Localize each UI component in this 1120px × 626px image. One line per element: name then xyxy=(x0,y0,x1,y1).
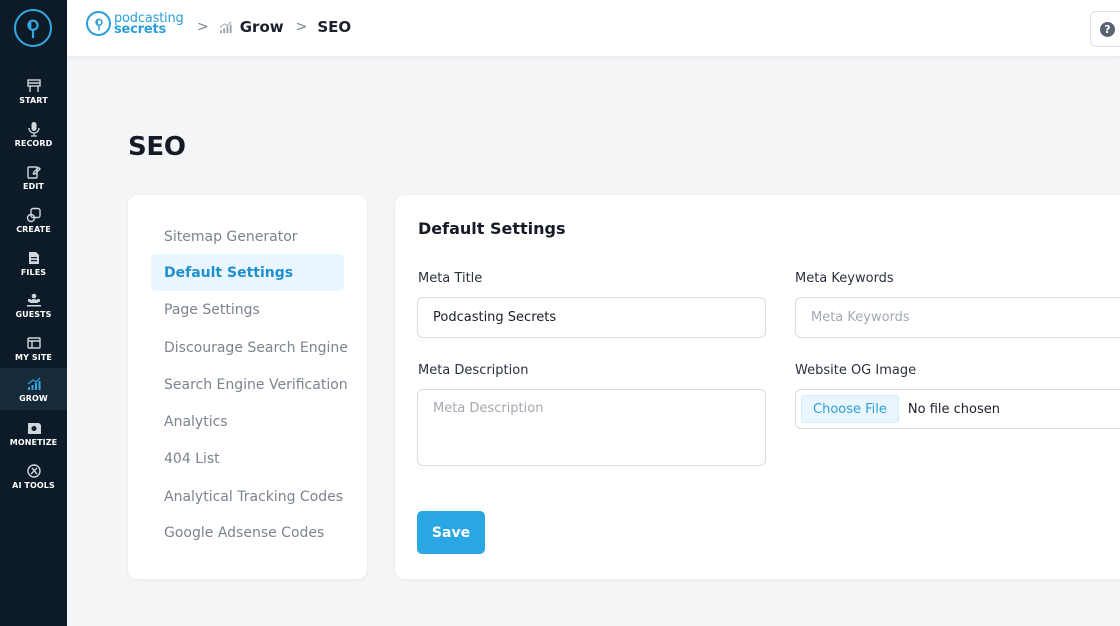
meta-description-label: Meta Description xyxy=(418,363,529,378)
sidebar-item-label: CREATE xyxy=(16,224,51,234)
breadcrumb-grow[interactable]: Grow xyxy=(240,18,284,36)
menu-item-discourage-search-engine[interactable]: Discourage Search Engine xyxy=(151,329,348,366)
edit-icon xyxy=(26,165,41,179)
grow-icon xyxy=(219,21,232,33)
seo-settings-menu: Sitemap Generator Default Settings Page … xyxy=(128,195,367,579)
default-settings-card: Default Settings Meta Title Meta Keyword… xyxy=(395,195,1120,579)
choose-file-button[interactable]: Choose File xyxy=(801,395,899,423)
guests-icon xyxy=(26,293,41,306)
help-icon: ? xyxy=(1100,21,1115,37)
sidebar-item-edit[interactable]: EDIT xyxy=(0,156,67,198)
card-title: Default Settings xyxy=(418,219,566,238)
top-bar: podcasting secrets > Grow > SEO ? xyxy=(67,0,1120,57)
og-image-label: Website OG Image xyxy=(795,363,917,378)
sidebar-item-files[interactable]: FILES xyxy=(0,242,67,284)
microphone-icon xyxy=(27,121,40,137)
breadcrumb: > Grow > SEO xyxy=(195,18,351,36)
menu-item-page-settings[interactable]: Page Settings xyxy=(151,291,344,328)
menu-item-analytics[interactable]: Analytics xyxy=(151,403,344,440)
menu-item-default-settings[interactable]: Default Settings xyxy=(151,254,344,291)
og-image-file-input[interactable]: Choose File No file chosen xyxy=(795,389,1120,429)
sidebar-item-label: AI TOOLS xyxy=(12,480,55,490)
menu-item-sitemap-generator[interactable]: Sitemap Generator xyxy=(151,218,344,255)
sidebar-item-label: MY SITE xyxy=(15,352,52,362)
sidebar-item-create[interactable]: CREATE xyxy=(0,199,67,241)
help-button[interactable]: ? xyxy=(1090,11,1120,47)
sidebar-item-start[interactable]: START xyxy=(0,70,67,112)
sidebar-item-label: START xyxy=(19,95,48,105)
meta-description-input[interactable] xyxy=(417,389,766,466)
files-icon xyxy=(28,251,39,264)
app-logo-icon[interactable] xyxy=(14,9,52,47)
sidebar-item-label: GUESTS xyxy=(15,309,52,319)
sidebar-item-label: FILES xyxy=(20,267,47,277)
meta-keywords-label: Meta Keywords xyxy=(795,271,894,286)
sidebar: START RECORD EDIT CREATE FILES GUESTS MY… xyxy=(0,0,67,626)
meta-title-label: Meta Title xyxy=(418,271,483,286)
brand-mark-icon xyxy=(86,11,111,36)
sidebar-item-label: GROW xyxy=(19,393,48,403)
sidebar-item-label: EDIT xyxy=(23,181,44,191)
start-icon xyxy=(26,78,41,92)
sidebar-item-my-site[interactable]: MY SITE xyxy=(0,327,67,369)
sidebar-item-monetize[interactable]: MONETIZE xyxy=(0,412,67,454)
sidebar-item-label: MONETIZE xyxy=(9,437,58,447)
menu-item-analytical-tracking-codes[interactable]: Analytical Tracking Codes xyxy=(151,478,344,515)
save-button[interactable]: Save xyxy=(417,511,485,554)
my-site-icon xyxy=(26,336,41,349)
breadcrumb-separator: > xyxy=(295,19,308,35)
sidebar-item-guests[interactable]: GUESTS xyxy=(0,284,67,326)
sidebar-item-label: RECORD xyxy=(14,138,53,148)
page-title: SEO xyxy=(128,132,186,162)
sidebar-item-record[interactable]: RECORD xyxy=(0,113,67,155)
brand-text-line2: secrets xyxy=(114,21,167,37)
menu-item-404-list[interactable]: 404 List xyxy=(151,440,344,477)
ai-tools-icon xyxy=(26,463,41,478)
sidebar-item-grow[interactable]: GROW xyxy=(0,368,67,410)
sidebar-item-ai-tools[interactable]: AI TOOLS xyxy=(0,455,67,497)
menu-item-search-engine-verification[interactable]: Search Engine Verification xyxy=(151,366,348,403)
breadcrumb-separator: > xyxy=(197,19,209,35)
brand-logo[interactable]: podcasting secrets xyxy=(86,11,184,36)
monetize-icon xyxy=(27,422,41,434)
meta-title-input[interactable] xyxy=(417,297,766,338)
file-status: No file chosen xyxy=(907,401,1000,417)
meta-keywords-input[interactable] xyxy=(795,297,1120,338)
menu-item-google-adsense-codes[interactable]: Google Adsense Codes xyxy=(151,514,344,551)
grow-icon xyxy=(27,377,40,390)
breadcrumb-seo: SEO xyxy=(317,18,352,36)
create-icon xyxy=(26,207,41,222)
